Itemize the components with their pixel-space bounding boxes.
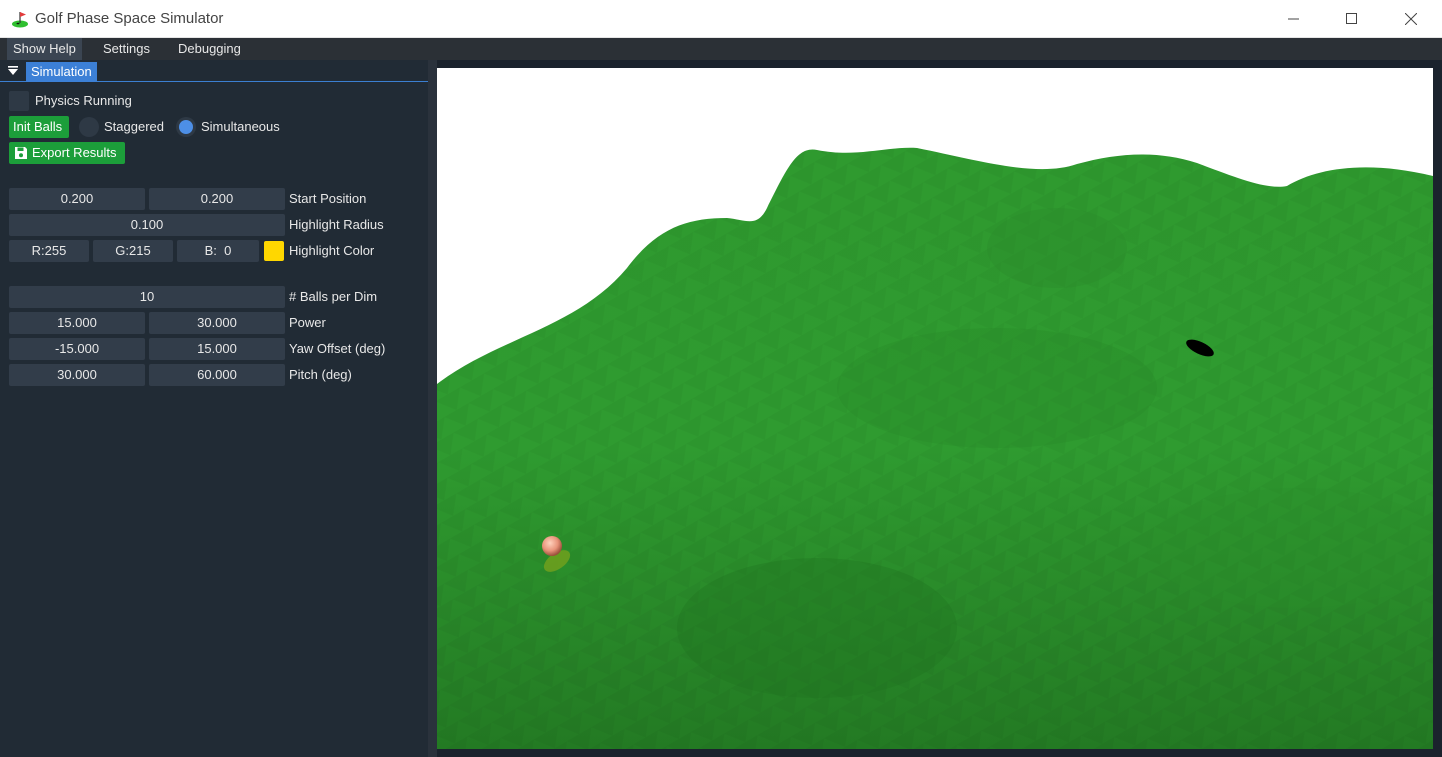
title-bar: Golf Phase Space Simulator — [0, 0, 1442, 38]
menu-bar: Show Help Settings Debugging — [0, 38, 1442, 60]
yaw-offset-max-field[interactable]: 15.000 — [149, 338, 285, 360]
maximize-icon — [1346, 12, 1357, 24]
export-results-label: Export Results — [32, 145, 117, 160]
highlight-color-swatch[interactable] — [264, 241, 284, 261]
balls-per-dim-label: # Balls per Dim — [289, 289, 378, 304]
terrain-scene — [437, 68, 1433, 749]
yaw-offset-label: Yaw Offset (deg) — [289, 341, 386, 356]
yaw-offset-min-field[interactable]: -15.000 — [9, 338, 145, 360]
balls-per-dim-field[interactable]: 10 — [9, 286, 285, 308]
start-position-x-field[interactable]: 0.200 — [9, 188, 145, 210]
pitch-label: Pitch (deg) — [289, 367, 352, 382]
menu-show-help[interactable]: Show Help — [7, 38, 82, 60]
minimize-icon — [1288, 18, 1299, 19]
golf-flag-icon — [12, 12, 28, 28]
window-title: Golf Phase Space Simulator — [35, 10, 224, 27]
pitch-min-field[interactable]: 30.000 — [9, 364, 145, 386]
init-balls-button[interactable]: Init Balls — [9, 116, 69, 138]
highlight-color-r-field[interactable]: R:255 — [9, 240, 89, 262]
simulation-panel: Simulation Physics Running Init Balls St… — [0, 60, 428, 757]
start-position-y-field[interactable]: 0.200 — [149, 188, 285, 210]
start-position-label: Start Position — [289, 191, 367, 206]
simultaneous-radio[interactable] — [176, 117, 196, 137]
menu-debugging[interactable]: Debugging — [172, 38, 247, 60]
staggered-radio[interactable] — [79, 117, 99, 137]
physics-running-label: Physics Running — [35, 93, 132, 108]
highlight-color-g-field[interactable]: G:215 — [93, 240, 173, 262]
close-button[interactable] — [1382, 0, 1440, 37]
panel-splitter[interactable] — [428, 60, 437, 757]
staggered-label: Staggered — [104, 119, 164, 134]
power-label: Power — [289, 315, 326, 330]
golf-ball[interactable] — [542, 536, 562, 556]
close-icon — [1405, 12, 1417, 25]
highlight-color-label: Highlight Color — [289, 243, 375, 258]
power-max-field[interactable]: 30.000 — [149, 312, 285, 334]
power-min-field[interactable]: 15.000 — [9, 312, 145, 334]
terrain-viewport[interactable] — [437, 68, 1433, 749]
panel-header: Simulation — [0, 60, 428, 82]
tab-simulation[interactable]: Simulation — [26, 62, 97, 82]
minimize-button[interactable] — [1265, 0, 1323, 37]
terrain-shadow — [987, 208, 1127, 288]
highlight-radius-label: Highlight Radius — [289, 217, 384, 232]
collapse-arrow-icon[interactable] — [7, 65, 19, 77]
maximize-button[interactable] — [1323, 0, 1381, 37]
menu-settings[interactable]: Settings — [97, 38, 156, 60]
pitch-max-field[interactable]: 60.000 — [149, 364, 285, 386]
export-results-button[interactable]: Export Results — [9, 142, 125, 164]
simultaneous-label: Simultaneous — [201, 119, 280, 134]
highlight-radius-field[interactable]: 0.100 — [9, 214, 285, 236]
terrain-shadow — [677, 558, 957, 698]
physics-running-checkbox[interactable] — [9, 91, 29, 111]
save-icon — [15, 147, 27, 159]
terrain-shadow — [1147, 488, 1433, 608]
highlight-color-b-field[interactable]: B: 0 — [177, 240, 259, 262]
terrain-shadow — [837, 328, 1157, 448]
